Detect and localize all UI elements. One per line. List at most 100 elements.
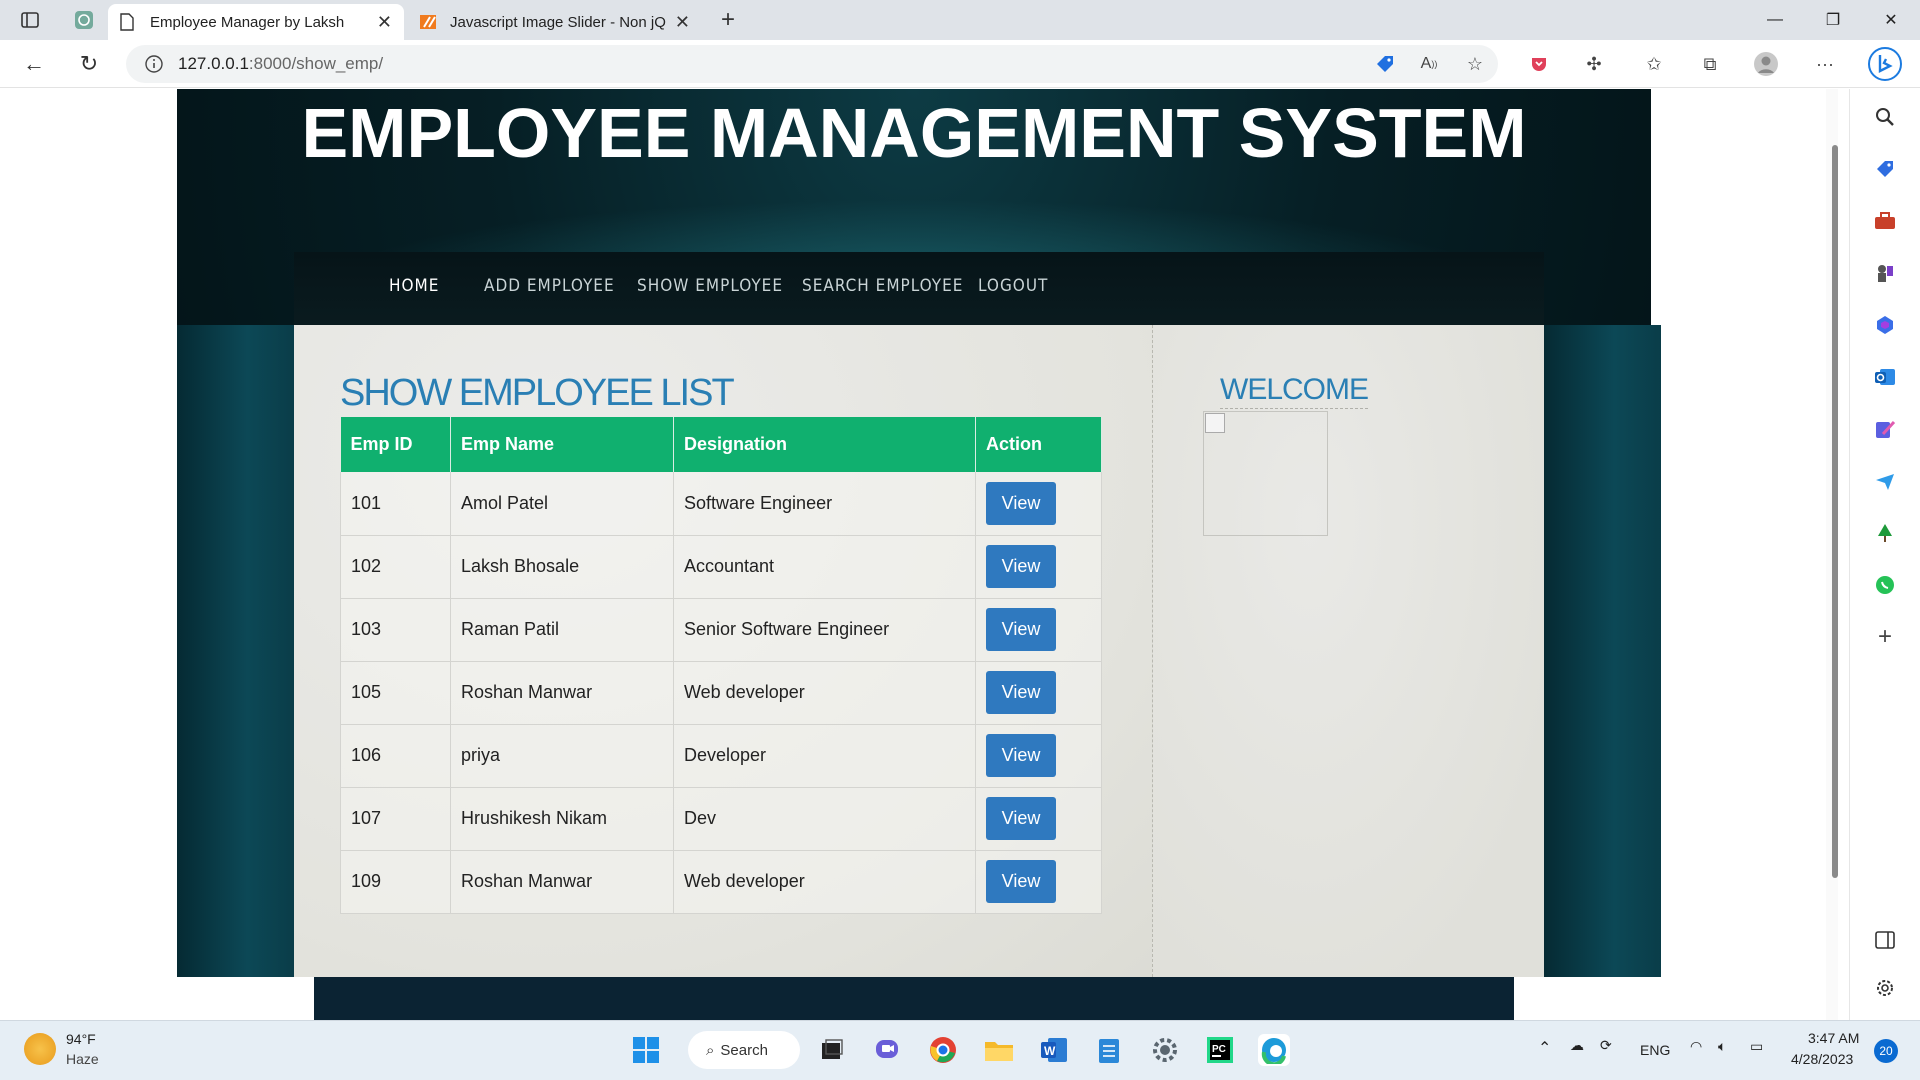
wifi-icon[interactable]: ◠ — [1690, 1038, 1702, 1055]
taskbar-search-label: Search — [720, 1041, 768, 1059]
slider-site-icon — [420, 15, 436, 29]
designation-cell: Software Engineer — [673, 472, 976, 536]
nav-show-employee[interactable]: SHOW EMPLOYEE — [637, 276, 783, 296]
weather-sun-icon[interactable] — [24, 1033, 56, 1065]
url-text: 127.0.0.1:8000/show_emp/ — [178, 54, 383, 74]
pocket-extension-icon[interactable] — [1526, 51, 1552, 77]
view-button[interactable]: View — [986, 671, 1056, 714]
table-row: 106 priya Developer View — [340, 724, 1102, 788]
volume-icon[interactable]: 🔈︎ — [1718, 1038, 1726, 1055]
view-button[interactable]: View — [986, 797, 1056, 840]
send-icon[interactable] — [1870, 466, 1900, 496]
svg-text:W: W — [1044, 1044, 1056, 1058]
tab-employee-manager[interactable]: Employee Manager by Laksh ✕ — [108, 4, 404, 40]
right-sidebar: WELCOME — [1152, 325, 1544, 977]
tools-icon[interactable] — [1870, 206, 1900, 236]
designer-icon[interactable] — [1870, 414, 1900, 444]
outlook-icon[interactable] — [1870, 362, 1900, 392]
edge-browser-icon[interactable] — [1258, 1034, 1290, 1066]
word-icon[interactable]: W — [1038, 1034, 1070, 1066]
collections-icon[interactable]: ⧉ — [1697, 51, 1723, 77]
sync-icon[interactable]: ⟳ — [1600, 1037, 1612, 1054]
close-window-icon[interactable]: ✕ — [1868, 6, 1914, 34]
nav-logout[interactable]: LOGOUT — [978, 276, 1048, 296]
table-row: 103 Raman Patil Senior Software Engineer… — [340, 598, 1102, 662]
add-sidebar-app-icon[interactable]: + — [1870, 622, 1900, 652]
main-content: SHOW EMPLOYEE LIST Emp ID Emp Name Desig… — [294, 325, 1152, 977]
hide-sidebar-icon[interactable] — [1870, 925, 1900, 955]
scrollbar-thumb[interactable] — [1832, 145, 1838, 878]
games-icon[interactable] — [1870, 258, 1900, 288]
main-nav: HOME ADD EMPLOYEE SHOW EMPLOYEE SEARCH E… — [294, 252, 1544, 325]
whatsapp-icon[interactable] — [1870, 570, 1900, 600]
chatgpt-tab-icon[interactable] — [69, 6, 99, 34]
shopping-tag-icon[interactable] — [1372, 51, 1398, 77]
col-emp-name: Emp Name — [450, 417, 674, 472]
address-toolbar: ← ↻ 127.0.0.1:8000/show_emp/ A)) ☆ ✣ ✩ ⧉… — [0, 40, 1920, 88]
maximize-icon[interactable]: ❐ — [1810, 6, 1856, 34]
teams-chat-icon[interactable] — [872, 1034, 904, 1066]
view-button[interactable]: View — [986, 545, 1056, 588]
nav-home[interactable]: HOME — [389, 276, 439, 296]
microsoft-365-icon[interactable] — [1870, 310, 1900, 340]
close-tab-icon[interactable]: ✕ — [377, 12, 392, 33]
clock-time[interactable]: 3:47 AM — [1808, 1030, 1859, 1046]
profile-avatar-icon[interactable] — [1753, 51, 1779, 77]
clock-date[interactable]: 4/28/2023 — [1791, 1051, 1853, 1067]
battery-icon[interactable]: ▭ — [1750, 1038, 1763, 1055]
emp-id-cell: 109 — [340, 850, 451, 914]
favorites-icon[interactable]: ✩ — [1641, 51, 1667, 77]
site-info-icon[interactable] — [144, 54, 164, 74]
action-cell: View — [975, 598, 1102, 662]
back-arrow-icon[interactable]: ← — [17, 48, 51, 80]
chrome-icon[interactable] — [927, 1034, 959, 1066]
page-icon — [120, 13, 134, 31]
address-bar[interactable]: 127.0.0.1:8000/show_emp/ — [126, 45, 1498, 83]
task-view-icon[interactable] — [816, 1034, 848, 1066]
tab-title: Employee Manager by Laksh — [150, 13, 345, 31]
file-explorer-icon[interactable] — [983, 1034, 1015, 1066]
add-favorite-icon[interactable]: ☆ — [1462, 51, 1488, 77]
view-button[interactable]: View — [986, 734, 1056, 777]
notepad-icon[interactable] — [1093, 1034, 1125, 1066]
read-aloud-icon[interactable]: A)) — [1416, 51, 1442, 77]
taskbar-search[interactable]: ⌕ Search — [688, 1031, 800, 1069]
extensions-icon[interactable]: ✣ — [1581, 51, 1607, 77]
sidebar-settings-gear-icon[interactable] — [1870, 973, 1900, 1003]
emp-id-cell: 107 — [340, 787, 451, 851]
nav-add-employee[interactable]: ADD EMPLOYEE — [484, 276, 615, 296]
close-tab-icon[interactable]: ✕ — [675, 12, 690, 33]
table-row: 109 Roshan Manwar Web developer View — [340, 850, 1102, 914]
new-tab-icon[interactable]: + — [713, 6, 743, 34]
weather-temp[interactable]: 94°F — [66, 1031, 96, 1047]
pycharm-icon[interactable]: PC — [1204, 1034, 1236, 1066]
designation-cell: Senior Software Engineer — [673, 598, 976, 662]
emp-id-cell: 101 — [340, 472, 451, 536]
tab-actions-icon[interactable] — [15, 6, 45, 34]
action-cell: View — [975, 724, 1102, 788]
emp-id-cell: 106 — [340, 724, 451, 788]
nav-search-employee[interactable]: SEARCH EMPLOYEE — [802, 276, 963, 296]
settings-gear-icon[interactable] — [1149, 1034, 1181, 1066]
language-indicator[interactable]: ENG — [1640, 1042, 1670, 1058]
bing-chat-icon[interactable] — [1866, 45, 1904, 83]
view-button[interactable]: View — [986, 860, 1056, 903]
windows-start-icon[interactable] — [630, 1034, 662, 1066]
left-side-panel — [177, 325, 294, 977]
minimize-icon[interactable]: — — [1752, 6, 1798, 34]
onedrive-icon[interactable]: ☁ — [1570, 1037, 1584, 1054]
tree-icon[interactable] — [1870, 518, 1900, 548]
col-emp-id: Emp ID — [340, 417, 451, 472]
site-title: EMPLOYEE MANAGEMENT SYSTEM — [301, 94, 1527, 172]
notification-badge[interactable]: 20 — [1874, 1039, 1898, 1063]
view-button[interactable]: View — [986, 608, 1056, 651]
more-menu-icon[interactable]: ··· — [1812, 51, 1838, 77]
weather-desc[interactable]: Haze — [66, 1051, 99, 1067]
tab-image-slider[interactable]: Javascript Image Slider - Non jQ ✕ — [408, 4, 702, 40]
refresh-icon[interactable]: ↻ — [72, 48, 106, 80]
view-button[interactable]: View — [986, 481, 1056, 525]
search-icon[interactable] — [1870, 102, 1900, 132]
tray-overflow-icon[interactable]: ⌃ — [1538, 1038, 1551, 1058]
windows-taskbar: 94°F Haze ⌕ Search W PC ⌃ ☁ ⟳ ENG ◠ 🔈︎ ▭ … — [0, 1020, 1920, 1080]
shopping-icon[interactable] — [1870, 154, 1900, 184]
